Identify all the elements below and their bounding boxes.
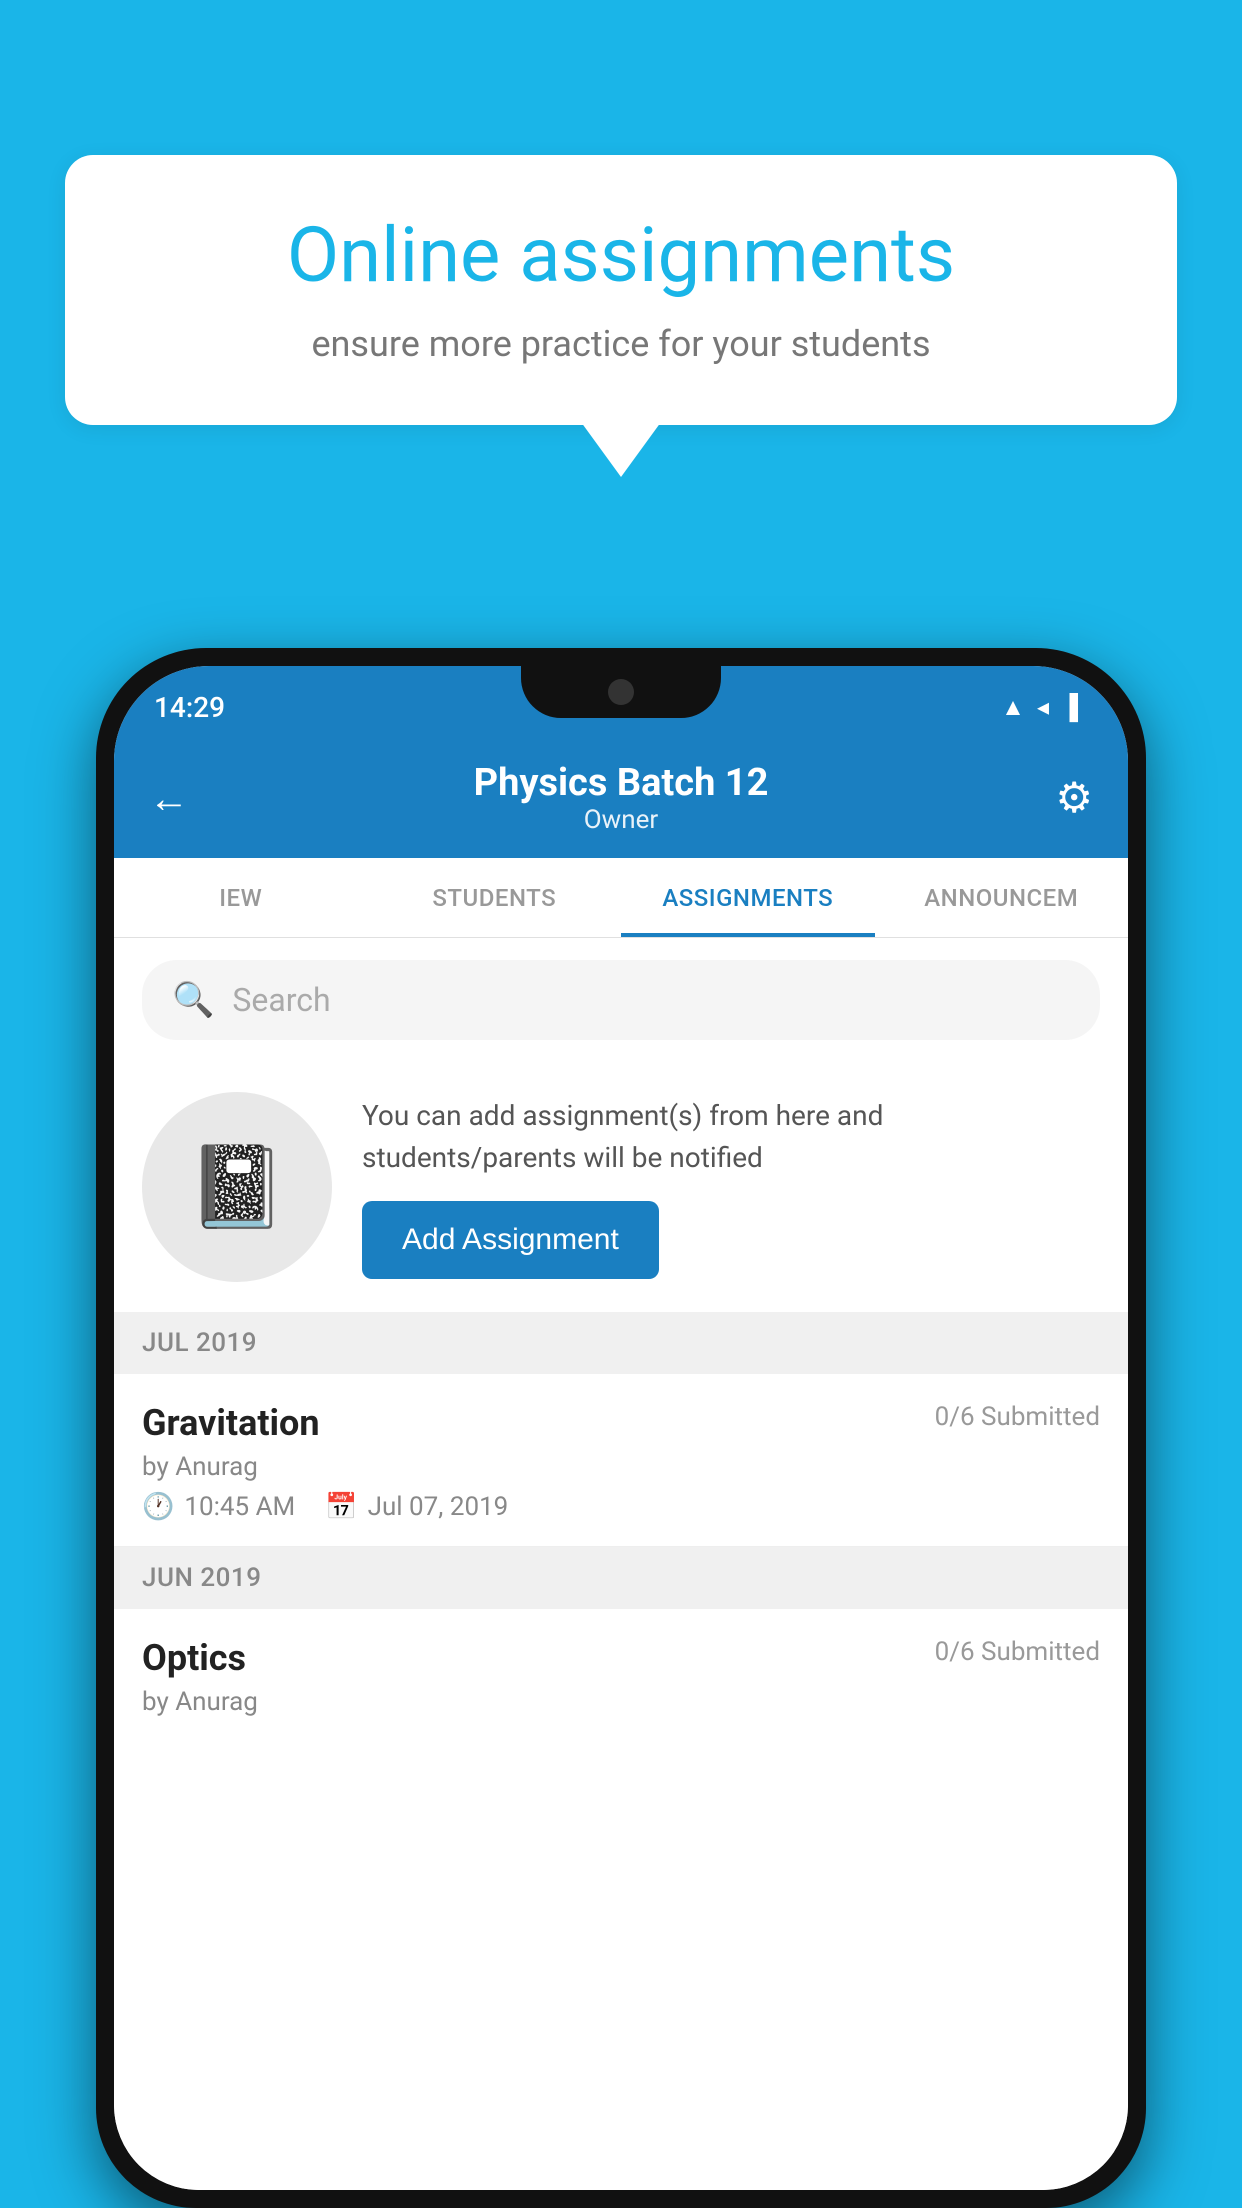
assignment-by-optics: by Anurag xyxy=(142,1687,1100,1717)
camera xyxy=(608,679,634,705)
settings-icon[interactable]: ⚙ xyxy=(1055,773,1093,823)
assignment-submitted-optics: 0/6 Submitted xyxy=(935,1637,1100,1667)
search-icon: 🔍 xyxy=(172,980,214,1020)
content-area: 🔍 Search 📓 You can add assignment(s) fro… xyxy=(114,938,1128,2190)
speech-bubble-title: Online assignments xyxy=(135,210,1107,301)
app-header: ← Physics Batch 12 Owner ⚙ xyxy=(114,738,1128,858)
assignment-date-gravitation: 📅 Jul 07, 2019 xyxy=(325,1492,508,1522)
phone-inner: 14:29 ▲ ◂ ▐ ← Physics Batch 12 Owner ⚙ xyxy=(114,666,1128,2190)
optics-row1: Optics 0/6 Submitted xyxy=(142,1637,1100,1679)
speech-bubble: Online assignments ensure more practice … xyxy=(65,155,1177,425)
assignment-optics[interactable]: Optics 0/6 Submitted by Anurag xyxy=(114,1609,1128,1747)
phone-frame: 14:29 ▲ ◂ ▐ ← Physics Batch 12 Owner ⚙ xyxy=(96,648,1146,2208)
wifi-icon: ▲ xyxy=(1001,693,1025,722)
status-time: 14:29 xyxy=(154,691,225,724)
assignment-meta-gravitation: 🕐 10:45 AM 📅 Jul 07, 2019 xyxy=(142,1492,1100,1522)
assignment-name-optics: Optics xyxy=(142,1637,246,1679)
assignment-gravitation[interactable]: Gravitation 0/6 Submitted by Anurag 🕐 10… xyxy=(114,1374,1128,1547)
assignment-name-gravitation: Gravitation xyxy=(142,1402,320,1444)
assignment-row1: Gravitation 0/6 Submitted xyxy=(142,1402,1100,1444)
status-icons: ▲ ◂ ▐ xyxy=(1001,693,1078,722)
tab-announcements[interactable]: ANNOUNCEM xyxy=(875,858,1129,937)
assignment-by-gravitation: by Anurag xyxy=(142,1452,1100,1482)
speech-bubble-container: Online assignments ensure more practice … xyxy=(65,155,1177,425)
clock-icon: 🕐 xyxy=(142,1492,174,1522)
promo-description: You can add assignment(s) from here and … xyxy=(362,1095,1100,1179)
speech-bubble-subtitle: ensure more practice for your students xyxy=(135,323,1107,365)
notebook-icon: 📓 xyxy=(187,1140,287,1234)
search-bar[interactable]: 🔍 Search xyxy=(142,960,1100,1040)
tab-students[interactable]: STUDENTS xyxy=(368,858,622,937)
header-title: Physics Batch 12 xyxy=(474,761,769,805)
add-assignment-button[interactable]: Add Assignment xyxy=(362,1201,659,1279)
calendar-icon: 📅 xyxy=(325,1492,357,1522)
promo-card: 📓 You can add assignment(s) from here an… xyxy=(114,1062,1128,1312)
tab-iew[interactable]: IEW xyxy=(114,858,368,937)
section-jul-2019: JUL 2019 xyxy=(114,1312,1128,1374)
promo-icon-circle: 📓 xyxy=(142,1092,332,1282)
signal-icon: ◂ xyxy=(1037,693,1049,721)
notch xyxy=(521,666,721,718)
tab-assignments[interactable]: ASSIGNMENTS xyxy=(621,858,875,937)
assignment-submitted-gravitation: 0/6 Submitted xyxy=(935,1402,1100,1432)
phone-screen: 14:29 ▲ ◂ ▐ ← Physics Batch 12 Owner ⚙ xyxy=(114,666,1128,2190)
assignment-time-gravitation: 🕐 10:45 AM xyxy=(142,1492,295,1522)
header-subtitle: Owner xyxy=(474,805,769,835)
battery-icon: ▐ xyxy=(1061,693,1078,722)
back-button[interactable]: ← xyxy=(149,775,189,822)
header-title-block: Physics Batch 12 Owner xyxy=(474,761,769,835)
tabs-bar: IEW STUDENTS ASSIGNMENTS ANNOUNCEM xyxy=(114,858,1128,938)
promo-content: You can add assignment(s) from here and … xyxy=(362,1095,1100,1279)
section-jun-2019: JUN 2019 xyxy=(114,1547,1128,1609)
search-bar-container: 🔍 Search xyxy=(114,938,1128,1062)
search-input-placeholder[interactable]: Search xyxy=(232,981,330,1019)
